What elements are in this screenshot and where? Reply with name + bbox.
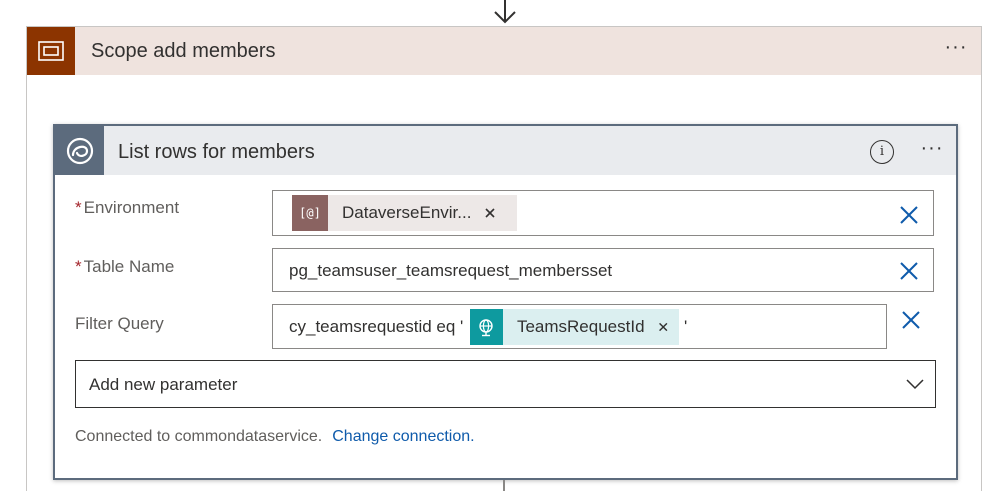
list-rows-card: List rows for members i ··· * Environment… [53, 124, 958, 480]
teams-request-id-token[interactable]: TeamsRequestId [470, 309, 679, 345]
scope-more-options-icon[interactable]: ··· [941, 37, 971, 61]
globe-icon [470, 309, 503, 345]
expression-token-icon: [@] [292, 195, 328, 231]
scope-title: Scope add members [91, 40, 276, 62]
scope-icon [27, 27, 75, 75]
table-name-value: pg_teamsuser_teamsrequest_membersset [289, 261, 613, 280]
environment-token[interactable]: [@] DataverseEnvir... [292, 195, 517, 231]
filter-query-suffix: ' [684, 317, 688, 336]
dataverse-icon [55, 126, 104, 175]
filter-query-field[interactable]: cy_teamsrequestid eq ' TeamsRequestId ' [272, 304, 887, 349]
required-asterisk: * [75, 198, 82, 217]
clear-filter-query-icon[interactable] [899, 308, 923, 332]
card-header[interactable]: List rows for members i ··· [55, 126, 956, 175]
filter-query-prefix: cy_teamsrequestid eq ' [289, 317, 464, 336]
connection-footer: Connected to commondataservice. Change co… [75, 428, 475, 446]
connector-line [503, 480, 505, 491]
environment-token-label: DataverseEnvir... [342, 203, 472, 222]
flow-canvas: Scope add members ··· List rows for memb… [0, 0, 999, 491]
remove-token-icon[interactable] [481, 204, 499, 222]
remove-token-icon[interactable] [655, 318, 671, 336]
scope-header[interactable]: Scope add members ··· [27, 27, 981, 75]
filter-query-label: Filter Query [75, 314, 164, 333]
table-name-field[interactable]: pg_teamsuser_teamsrequest_membersset [272, 248, 934, 292]
table-name-label: * Table Name [75, 257, 174, 277]
arrow-down-icon [494, 0, 516, 24]
table-name-label-text: Table Name [83, 257, 175, 276]
environment-label-text: Environment [83, 198, 180, 217]
environment-field[interactable]: [@] DataverseEnvir... [272, 190, 934, 236]
change-connection-link[interactable]: Change connection. [332, 428, 474, 445]
teams-request-id-token-label: TeamsRequestId [516, 317, 645, 336]
clear-table-name-icon[interactable] [897, 259, 921, 283]
add-new-parameter-label: Add new parameter [89, 375, 238, 394]
required-asterisk: * [75, 257, 82, 276]
card-title: List rows for members [118, 141, 315, 163]
clear-environment-icon[interactable] [897, 203, 921, 227]
add-new-parameter-dropdown[interactable]: Add new parameter [75, 360, 936, 408]
environment-label: * Environment [75, 198, 179, 218]
card-more-options-icon[interactable]: ··· [917, 138, 947, 162]
connection-status-text: Connected to commondataservice. [75, 428, 323, 445]
chevron-down-icon [906, 379, 924, 390]
info-icon[interactable]: i [870, 140, 894, 164]
